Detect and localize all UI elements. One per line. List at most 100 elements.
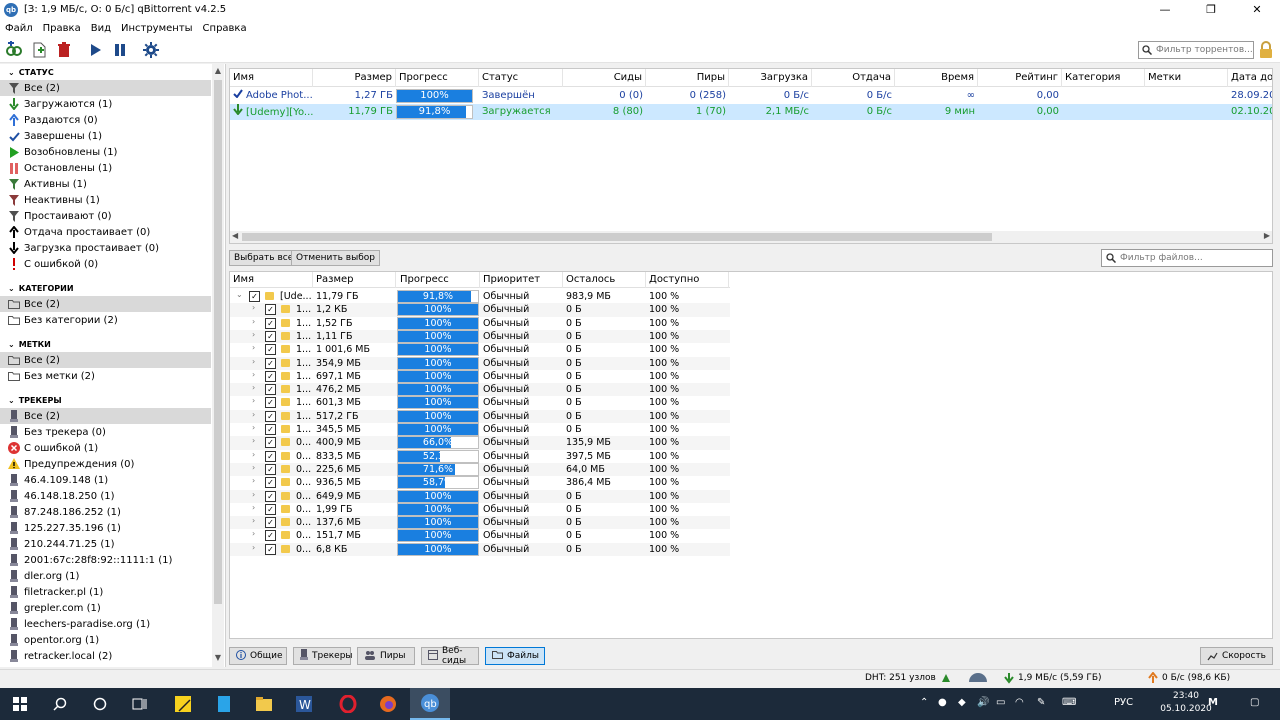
file-priority[interactable]: Обычный <box>483 503 563 516</box>
tracker-item-0[interactable]: Все (2) <box>0 408 211 424</box>
resume-button[interactable] <box>84 39 106 61</box>
tray-app-icon[interactable]: ◆ <box>958 697 966 708</box>
column-header[interactable]: Дата доб <box>1228 69 1272 87</box>
alt-speed-icon[interactable] <box>968 673 988 683</box>
files-column-header[interactable]: Приоритет <box>480 272 563 288</box>
file-checkbox[interactable]: ✓ <box>265 370 276 382</box>
file-priority[interactable]: Обычный <box>483 290 563 303</box>
scroll-up-arrow-icon[interactable]: ▲ <box>212 66 224 78</box>
lock-icon[interactable] <box>1258 41 1274 59</box>
input-language[interactable]: РУС <box>1114 697 1133 708</box>
tag-item-1[interactable]: Без метки (2) <box>0 368 211 384</box>
file-priority[interactable]: Обычный <box>483 317 563 330</box>
chevron-down-icon[interactable]: ⌄ <box>8 68 15 77</box>
column-header[interactable]: Статус <box>479 69 563 87</box>
tab-webseed[interactable]: Веб-сиды <box>421 646 479 666</box>
tracker-item-10[interactable]: dler.org (1) <box>0 568 211 584</box>
file-tree-row[interactable]: › ✓ 1... 517,2 ГБ 100% Обычный 0 Б 100 % <box>230 409 730 423</box>
status-filter-item-3[interactable]: Завершены (1) <box>0 128 211 144</box>
add-link-button[interactable] <box>3 39 25 61</box>
taskbar-opera[interactable] <box>328 688 368 720</box>
chevron-down-icon[interactable]: ⌄ <box>8 396 15 405</box>
pen-icon[interactable]: ✎ <box>1037 697 1045 708</box>
select-all-button[interactable]: Выбрать все <box>229 250 299 266</box>
file-checkbox[interactable]: ✓ <box>265 490 276 502</box>
chevron-right-icon[interactable]: › <box>252 436 255 445</box>
status-filter-item-11[interactable]: С ошибкой (0) <box>0 256 211 272</box>
torrent-list-hscrollbar[interactable]: ◀ ▶ <box>230 231 1272 243</box>
column-header[interactable]: Сиды <box>563 69 646 87</box>
cortana-button[interactable] <box>80 688 120 720</box>
column-header[interactable]: Время <box>895 69 978 87</box>
chevron-right-icon[interactable]: › <box>252 503 255 512</box>
hscrollbar-thumb[interactable] <box>242 233 992 241</box>
scroll-left-arrow-icon[interactable]: ◀ <box>232 231 238 240</box>
file-tree-row[interactable]: › ✓ 1... 1,2 КБ 100% Обычный 0 Б 100 % <box>230 303 730 317</box>
taskbar-sticky-notes[interactable] <box>163 688 203 720</box>
column-header[interactable]: Категория <box>1062 69 1145 87</box>
tracker-item-15[interactable]: retracker.local (2) <box>0 648 211 664</box>
file-priority[interactable]: Обычный <box>483 543 563 556</box>
categories-section-header[interactable]: ⌄ КАТЕГОРИИ <box>0 280 225 296</box>
file-priority[interactable]: Обычный <box>483 529 563 542</box>
tray-qbittorrent-icon[interactable]: ● <box>938 697 947 708</box>
tracker-item-8[interactable]: 210.244.71.25 (1) <box>0 536 211 552</box>
file-tree-row[interactable]: › ✓ 1... 476,2 МБ 100% Обычный 0 Б 100 % <box>230 383 730 397</box>
file-tree-row[interactable]: › ✓ 0... 137,6 МБ 100% Обычный 0 Б 100 % <box>230 516 730 530</box>
menu-help[interactable]: Справка <box>198 23 252 34</box>
tracker-item-6[interactable]: 87.248.186.252 (1) <box>0 504 211 520</box>
status-filter-item-7[interactable]: Неактивны (1) <box>0 192 211 208</box>
taskbar-qbittorrent[interactable]: qb <box>410 688 450 720</box>
taskbar-explorer[interactable] <box>244 688 284 720</box>
file-priority[interactable]: Обычный <box>483 463 563 476</box>
start-button[interactable] <box>0 688 40 720</box>
search-button[interactable] <box>40 688 80 720</box>
wifi-icon[interactable]: ◠ <box>1015 697 1024 708</box>
file-checkbox[interactable]: ✓ <box>249 291 260 302</box>
file-priority[interactable]: Обычный <box>483 396 563 409</box>
file-priority[interactable]: Обычный <box>483 383 563 396</box>
tracker-item-3[interactable]: Предупреждения (0) <box>0 456 211 472</box>
tray-m-icon[interactable]: M <box>1208 697 1218 708</box>
file-priority[interactable]: Обычный <box>483 357 563 370</box>
menu-file[interactable]: Файл <box>0 23 38 34</box>
chevron-right-icon[interactable]: › <box>252 450 255 459</box>
taskbar-tablet-app[interactable] <box>204 688 244 720</box>
file-checkbox[interactable]: ✓ <box>265 517 276 529</box>
sidebar-scrollbar[interactable]: ▲ ▼ <box>212 64 224 667</box>
tab-tracker[interactable]: Трекеры <box>293 647 353 665</box>
tracker-item-4[interactable]: 46.4.109.148 (1) <box>0 472 211 488</box>
taskbar-word[interactable]: W <box>284 688 324 720</box>
sidebar-scrollbar-thumb[interactable] <box>214 80 222 604</box>
status-filter-item-8[interactable]: Простаивают (0) <box>0 208 211 224</box>
column-header[interactable]: Загрузка <box>729 69 812 87</box>
status-filter-item-4[interactable]: Возобновлены (1) <box>0 144 211 160</box>
file-checkbox[interactable]: ✓ <box>265 450 276 462</box>
files-column-header[interactable]: Доступно <box>646 272 729 288</box>
file-tree-row[interactable]: › ✓ 1... 1,52 ГБ 100% Обычный 0 Б 100 % <box>230 316 730 330</box>
network-icon[interactable]: ▭ <box>996 697 1005 708</box>
file-priority[interactable]: Обычный <box>483 450 563 463</box>
file-tree-row[interactable]: › ✓ 0... 6,8 КБ 100% Обычный 0 Б 100 % <box>230 542 730 556</box>
taskbar-firefox[interactable] <box>368 688 408 720</box>
file-priority[interactable]: Обычный <box>483 303 563 316</box>
menu-edit[interactable]: Правка <box>38 23 86 34</box>
file-tree-row[interactable]: › ✓ 1... 1,11 ГБ 100% Обычный 0 Б 100 % <box>230 329 730 344</box>
tracker-item-2[interactable]: С ошибкой (1) <box>0 440 211 456</box>
status-filter-item-2[interactable]: Раздаются (0) <box>0 112 211 128</box>
tag-item-0[interactable]: Все (2) <box>0 352 211 368</box>
chevron-right-icon[interactable]: › <box>252 516 255 525</box>
notifications-icon[interactable]: ▢ <box>1250 697 1259 708</box>
add-file-button[interactable] <box>28 39 50 61</box>
file-priority[interactable]: Обычный <box>483 423 563 436</box>
files-column-header[interactable]: Прогресс <box>397 272 480 288</box>
file-tree-row[interactable]: › ✓ 0... 649,9 МБ 100% Обычный 0 Б 100 % <box>230 489 730 503</box>
status-filter-item-10[interactable]: Загрузка простаивает (0) <box>0 240 211 256</box>
file-priority[interactable]: Обычный <box>483 516 563 529</box>
tracker-item-13[interactable]: leechers-paradise.org (1) <box>0 616 211 632</box>
column-header[interactable]: Метки <box>1145 69 1228 87</box>
file-tree-row[interactable]: › ✓ 1... 354,9 МБ 100% Обычный 0 Б 100 % <box>230 356 730 370</box>
tracker-item-7[interactable]: 125.227.35.196 (1) <box>0 520 211 536</box>
file-checkbox[interactable]: ✓ <box>265 530 276 542</box>
file-checkbox[interactable]: ✓ <box>265 543 276 555</box>
